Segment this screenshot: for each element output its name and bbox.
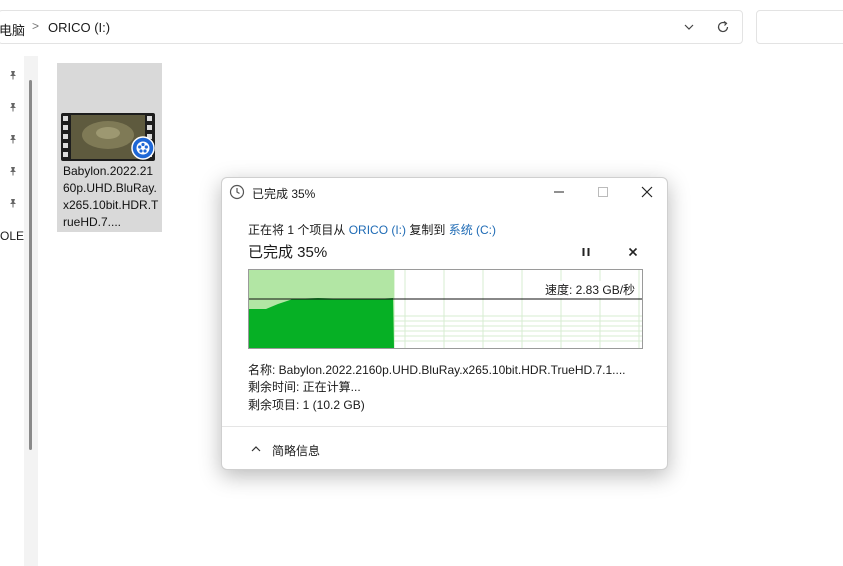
progress-title: 已完成 35% bbox=[248, 244, 328, 261]
refresh-icon[interactable] bbox=[715, 19, 731, 35]
stop-icon[interactable] bbox=[626, 245, 640, 259]
nav-item-label[interactable]: OLE bbox=[0, 229, 24, 243]
nav-scrollbar-thumb[interactable] bbox=[29, 80, 32, 450]
file-name-label: Babylon.2022.2160p.UHD.BluRay.x265.10bit… bbox=[63, 164, 159, 229]
minimize-icon[interactable] bbox=[548, 181, 570, 203]
breadcrumb-this-pc[interactable]: 电脑 bbox=[0, 20, 25, 39]
speed-label: 速度: 2.83 GB/秒 bbox=[543, 281, 638, 298]
source-link[interactable]: ORICO (I:) bbox=[349, 223, 406, 237]
address-bar[interactable]: 电脑 > ORICO (I:) bbox=[0, 10, 743, 44]
pause-icon[interactable] bbox=[579, 245, 593, 259]
dialog-divider bbox=[222, 426, 667, 427]
pin-icon[interactable] bbox=[8, 134, 18, 144]
pin-icon[interactable] bbox=[8, 198, 18, 208]
breadcrumb-drive[interactable]: ORICO (I:) bbox=[48, 20, 110, 35]
pin-icon[interactable] bbox=[8, 166, 18, 176]
destination-link[interactable]: 系统 (C:) bbox=[449, 223, 496, 237]
chevron-up-icon[interactable] bbox=[250, 443, 262, 455]
pin-icon[interactable] bbox=[8, 102, 18, 112]
dialog-title: 已完成 35% bbox=[252, 187, 316, 201]
less-details-button[interactable]: 简略信息 bbox=[250, 440, 390, 460]
time-remaining-info: 剩余时间: 正在计算... bbox=[248, 380, 361, 394]
less-details-label[interactable]: 简略信息 bbox=[272, 442, 320, 459]
file-item-video[interactable]: Babylon.2022.2160p.UHD.BluRay.x265.10bit… bbox=[57, 63, 162, 232]
maximize-icon bbox=[598, 187, 608, 197]
items-remaining-info: 剩余项目: 1 (10.2 GB) bbox=[248, 398, 365, 412]
summary-middle: 复制到 bbox=[406, 223, 449, 237]
clock-icon bbox=[229, 184, 245, 200]
close-icon[interactable] bbox=[636, 181, 658, 203]
file-name-info: 名称: Babylon.2022.2160p.UHD.BluRay.x265.1… bbox=[248, 363, 626, 377]
pin-icon[interactable] bbox=[8, 70, 18, 80]
chevron-down-icon[interactable] bbox=[682, 20, 696, 34]
copy-summary: 正在将 1 个项目从 ORICO (I:) 复制到 系统 (C:) bbox=[248, 221, 496, 238]
breadcrumb-separator[interactable]: > bbox=[32, 19, 39, 33]
copy-progress-dialog: 已完成 35% 正在将 1 个项目从 ORICO (I:) 复制到 系统 (C:… bbox=[221, 177, 668, 470]
search-input[interactable] bbox=[756, 10, 843, 44]
summary-prefix: 正在将 1 个项目从 bbox=[248, 223, 349, 237]
video-thumbnail-icon bbox=[61, 113, 155, 161]
